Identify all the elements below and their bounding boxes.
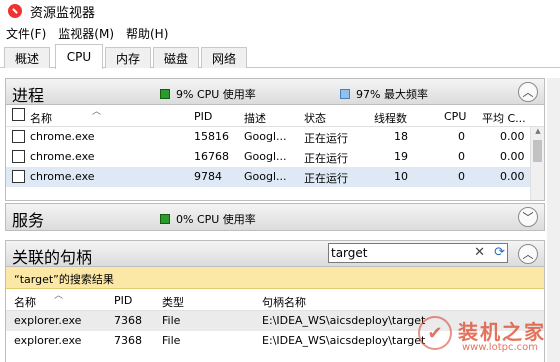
handle-search-box[interactable]: ✕ ⟳ <box>328 243 508 263</box>
clear-icon[interactable]: ✕ <box>474 245 485 260</box>
tab-cpu[interactable]: CPU <box>55 44 103 69</box>
process-avg-cpu: 0.00 <box>500 170 525 183</box>
search-results-bar: “target”的搜索结果 <box>6 267 544 289</box>
col-handle-name[interactable]: 名称 <box>14 294 36 310</box>
col-threads[interactable]: 线程数 <box>374 110 407 126</box>
handles-header[interactable]: 关联的句柄 ✕ ⟳ ︿ <box>6 241 544 267</box>
col-handle-path[interactable]: 句柄名称 <box>262 294 306 310</box>
row-checkbox[interactable] <box>12 130 25 143</box>
process-pid: 16768 <box>194 150 229 163</box>
process-threads: 18 <box>394 130 408 143</box>
col-pid[interactable]: PID <box>194 110 212 123</box>
process-avg-cpu: 0.00 <box>500 130 525 143</box>
scroll-up-icon[interactable]: ▲ <box>531 127 544 139</box>
table-row[interactable]: chrome.exe 15816 Googl... 正在运行 18 0 0.00 <box>6 127 544 147</box>
process-name: chrome.exe <box>30 170 95 183</box>
services-cpu-indicator: 0% CPU 使用率 <box>160 211 256 227</box>
tab-disk[interactable]: 磁盘 <box>153 47 199 68</box>
table-row[interactable]: chrome.exe 9784 Googl... 正在运行 10 0 0.00 <box>6 167 544 187</box>
services-section: 服务 0% CPU 使用率 ﹀ <box>5 203 545 231</box>
handle-process-name: explorer.exe <box>14 314 82 327</box>
collapse-up-icon[interactable]: ︿ <box>518 82 538 102</box>
menu-file[interactable]: 文件(F) <box>0 25 52 42</box>
select-all-checkbox[interactable] <box>12 108 25 121</box>
handles-title: 关联的句柄 <box>12 248 93 267</box>
process-column-header: ︿ 名称 PID 描述 状态 线程数 CPU 平均 C... <box>6 105 544 127</box>
handle-type: File <box>162 334 181 347</box>
watermark-logo-icon: ✔ <box>418 316 452 350</box>
row-checkbox[interactable] <box>12 150 25 163</box>
cpu-usage-swatch <box>160 89 170 99</box>
max-frequency-swatch <box>340 89 350 99</box>
process-cpu: 0 <box>458 130 465 143</box>
collapse-up-icon[interactable]: ︿ <box>518 244 538 264</box>
tab-network[interactable]: 网络 <box>201 47 247 68</box>
col-handle-type[interactable]: 类型 <box>162 294 184 310</box>
process-cpu: 0 <box>458 150 465 163</box>
services-title: 服务 <box>12 211 45 230</box>
sort-up-icon: ︿ <box>54 291 64 301</box>
services-cpu-label: 0% CPU 使用率 <box>176 213 256 226</box>
resource-monitor-icon <box>8 4 22 18</box>
row-checkbox[interactable] <box>12 170 25 183</box>
process-avg-cpu: 0.00 <box>500 150 525 163</box>
tab-overview[interactable]: 概述 <box>4 47 50 68</box>
process-pid: 15816 <box>194 130 229 143</box>
window-title: 资源监视器 <box>30 5 96 21</box>
col-status[interactable]: 状态 <box>304 110 326 126</box>
table-row[interactable]: chrome.exe 16768 Googl... 正在运行 19 0 0.00 <box>6 147 544 167</box>
menu-bar: 文件(F) 监视器(M) 帮助(H) <box>0 23 560 43</box>
search-results-label: “target”的搜索结果 <box>14 273 114 286</box>
watermark-text: 装机之家 <box>458 320 546 344</box>
col-description[interactable]: 描述 <box>244 110 266 126</box>
refresh-icon[interactable]: ⟳ <box>494 245 505 260</box>
title-bar: 资源监视器 <box>0 0 560 22</box>
process-threads: 10 <box>394 170 408 183</box>
process-description: Googl... <box>244 130 287 143</box>
process-status: 正在运行 <box>304 132 348 145</box>
watermark: ✔ 装机之家 www.lotpc.com <box>418 312 560 358</box>
process-status: 正在运行 <box>304 152 348 165</box>
processes-section: 进程 9% CPU 使用率 97% 最大频率 ︿ ︿ 名称 PID 描述 状态 … <box>5 78 545 201</box>
process-table: ︿ 名称 PID 描述 状态 线程数 CPU 平均 C... chrome.ex… <box>6 105 544 200</box>
col-avg-cpu[interactable]: 平均 C... <box>482 110 526 126</box>
tab-bar: 概述 CPU 内存 磁盘 网络 <box>0 44 560 69</box>
handle-pid: 7368 <box>114 314 142 327</box>
services-cpu-swatch <box>160 214 170 224</box>
process-status: 正在运行 <box>304 172 348 185</box>
process-scrollbar[interactable]: ▲ <box>530 127 544 200</box>
process-pid: 9784 <box>194 170 222 183</box>
max-frequency-label: 97% 最大频率 <box>356 88 428 101</box>
handle-path: E:\IDEA_WS\aicsdeploy\target <box>262 314 426 327</box>
processes-header[interactable]: 进程 9% CPU 使用率 97% 最大频率 ︿ <box>6 79 544 105</box>
sort-up-icon: ︿ <box>92 107 102 117</box>
handle-process-name: explorer.exe <box>14 334 82 347</box>
handle-column-header: ︿ 名称 PID 类型 句柄名称 <box>6 289 544 311</box>
handle-pid: 7368 <box>114 334 142 347</box>
services-header[interactable]: 服务 0% CPU 使用率 ﹀ <box>6 204 544 230</box>
menu-help[interactable]: 帮助(H) <box>120 25 174 42</box>
handle-path: E:\IDEA_WS\aicsdeploy\target <box>262 334 426 347</box>
process-description: Googl... <box>244 150 287 163</box>
watermark-url: www.lotpc.com <box>462 342 538 353</box>
col-handle-pid[interactable]: PID <box>114 294 132 307</box>
handle-search-input[interactable] <box>331 245 471 261</box>
handle-type: File <box>162 314 181 327</box>
expand-down-icon[interactable]: ﹀ <box>518 207 538 227</box>
menu-monitor[interactable]: 监视器(M) <box>52 25 120 42</box>
max-frequency-indicator: 97% 最大频率 <box>340 86 428 102</box>
process-cpu: 0 <box>458 170 465 183</box>
cpu-usage-indicator: 9% CPU 使用率 <box>160 86 256 102</box>
process-name: chrome.exe <box>30 130 95 143</box>
scroll-thumb[interactable] <box>533 140 542 162</box>
process-description: Googl... <box>244 170 287 183</box>
col-cpu[interactable]: CPU <box>444 110 466 123</box>
process-threads: 19 <box>394 150 408 163</box>
process-name: chrome.exe <box>30 150 95 163</box>
tab-memory[interactable]: 内存 <box>105 47 151 68</box>
processes-title: 进程 <box>12 86 45 105</box>
col-name[interactable]: 名称 <box>30 110 52 126</box>
cpu-usage-label: 9% CPU 使用率 <box>176 88 256 101</box>
